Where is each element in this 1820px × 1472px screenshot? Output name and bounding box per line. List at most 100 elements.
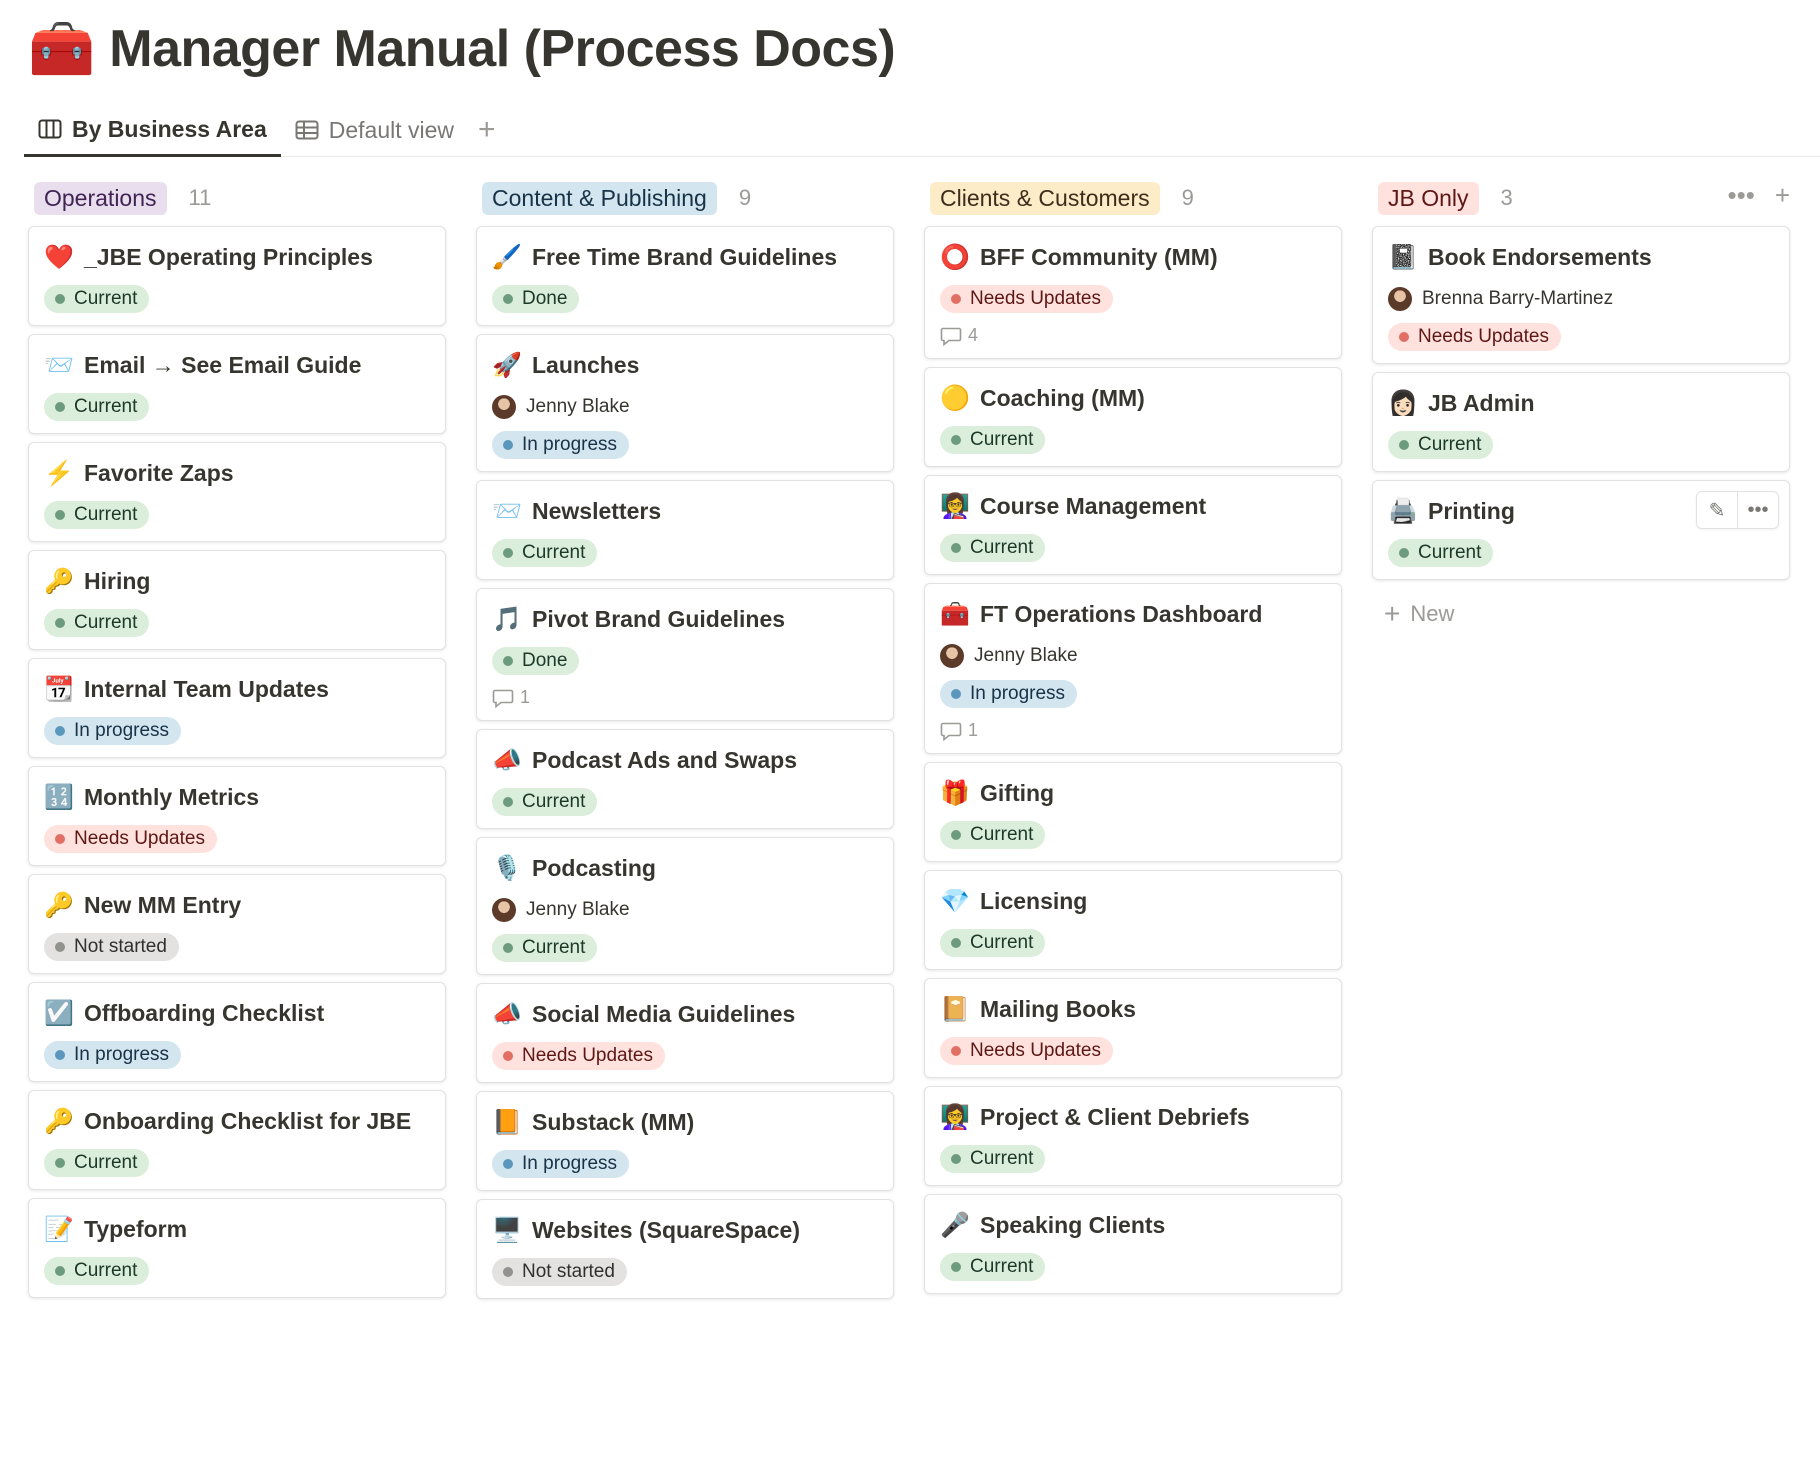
- card-speaking-clients[interactable]: 🎤 Speaking Clients Current: [924, 1194, 1342, 1294]
- column-tag[interactable]: Clients & Customers: [930, 181, 1160, 215]
- card-mailing-books[interactable]: 📔 Mailing Books Needs Updates: [924, 978, 1342, 1078]
- status-label: In progress: [522, 434, 618, 455]
- card-title-row: 🎵 Pivot Brand Guidelines: [492, 603, 878, 635]
- card-hiring[interactable]: 🔑 Hiring Current: [28, 550, 446, 650]
- card-licensing[interactable]: 💎 Licensing Current: [924, 870, 1342, 970]
- tab-by-business-area[interactable]: By Business Area: [24, 104, 281, 157]
- card-internal-team-updates[interactable]: 📆 Internal Team Updates In progress: [28, 658, 446, 758]
- status-badge: Needs Updates: [940, 285, 1113, 313]
- status-dot: [55, 1266, 65, 1276]
- card-coaching-mm[interactable]: 🟡 Coaching (MM) Current: [924, 367, 1342, 467]
- add-view-button[interactable]: +: [468, 104, 506, 156]
- new-card-button[interactable]: + New: [1372, 588, 1790, 640]
- comment-icon: [940, 326, 968, 346]
- status-badge: Not started: [44, 933, 179, 961]
- status-label: Current: [970, 932, 1034, 953]
- card-title-row: 🖌️ Free Time Brand Guidelines: [492, 241, 878, 273]
- add-card-icon[interactable]: +: [1775, 180, 1790, 211]
- card-title: Book Endorsements: [1428, 243, 1652, 270]
- card-title-row: 🖥️ Websites (SquareSpace): [492, 1214, 878, 1246]
- card-pivot-brand-guidelines[interactable]: 🎵 Pivot Brand Guidelines Done 1: [476, 588, 894, 721]
- card-title-row: 📆 Internal Team Updates: [44, 673, 430, 705]
- column-tag[interactable]: Operations: [34, 181, 167, 215]
- card-title-row: ☑️ Offboarding Checklist: [44, 997, 430, 1029]
- status-badge: Current: [1388, 431, 1494, 459]
- more-options-icon[interactable]: •••: [1728, 180, 1755, 211]
- page-title[interactable]: Manager Manual (Process Docs): [109, 19, 895, 79]
- column-tag[interactable]: Content & Publishing: [482, 181, 717, 215]
- card-printing[interactable]: 🖨️ Printing Current ✎ •••: [1372, 480, 1790, 580]
- card-book-endorsements[interactable]: 📓 Book Endorsements Brenna Barry-Martinez N…: [1372, 226, 1790, 364]
- card-monthly-metrics[interactable]: 🔢 Monthly Metrics Needs Updates: [28, 766, 446, 866]
- card-favorite-zaps[interactable]: ⚡ Favorite Zaps Current: [28, 442, 446, 542]
- card-title-row: ⚡ Favorite Zaps: [44, 457, 430, 489]
- status-label: Current: [74, 1260, 138, 1281]
- card-hover-tools: ✎ •••: [1696, 491, 1779, 529]
- page-emoji-icon: 🔑: [44, 567, 74, 595]
- card-websites-squarespace[interactable]: 🖥️ Websites (SquareSpace) Not started: [476, 1199, 894, 1299]
- card-email-see-email-guide[interactable]: 📨 Email → See Email Guide Current: [28, 334, 446, 434]
- status-badge: Done: [492, 647, 580, 675]
- status-label: Needs Updates: [970, 1040, 1101, 1061]
- page-emoji-icon: ❤️: [44, 243, 74, 271]
- card-jbe-operating-principles[interactable]: ❤️ _JBE Operating Principles Current: [28, 226, 446, 326]
- status-label: Current: [970, 1148, 1034, 1169]
- card-title-row: 🔑 Hiring: [44, 565, 430, 597]
- card-title-row: 🔑 Onboarding Checklist for JBE: [44, 1105, 430, 1137]
- card-typeform[interactable]: 📝 Typeform Current: [28, 1198, 446, 1298]
- card-title: Launches: [532, 351, 640, 378]
- card-new-mm-entry[interactable]: 🔑 New MM Entry Not started: [28, 874, 446, 974]
- card-ft-operations-dashboard[interactable]: 🧰 FT Operations Dashboard Jenny Blake In pr…: [924, 583, 1342, 754]
- card-free-time-brand-guidelines[interactable]: 🖌️ Free Time Brand Guidelines Done: [476, 226, 894, 326]
- status-label: Not started: [522, 1261, 615, 1282]
- card-title: Email → See Email Guide: [84, 351, 362, 378]
- new-card-label: New: [1410, 601, 1455, 626]
- status-dot: [503, 1051, 513, 1061]
- card-title-row: 👩‍🏫 Course Management: [940, 490, 1326, 522]
- status-dot: [55, 510, 65, 520]
- more-options-icon[interactable]: •••: [1737, 492, 1778, 528]
- card-substack-mm[interactable]: 📙 Substack (MM) In progress: [476, 1091, 894, 1191]
- card-podcast-ads-and-swaps[interactable]: 📣 Podcast Ads and Swaps Current: [476, 729, 894, 829]
- status-dot: [951, 1046, 961, 1056]
- card-course-management[interactable]: 👩‍🏫 Course Management Current: [924, 475, 1342, 575]
- page-emoji-icon: 🟡: [940, 384, 970, 412]
- status-dot: [55, 618, 65, 628]
- card-newsletters[interactable]: 📨 Newsletters Current: [476, 480, 894, 580]
- card-gifting[interactable]: 🎁 Gifting Current: [924, 762, 1342, 862]
- tab-default-view[interactable]: Default view: [281, 104, 468, 156]
- card-podcasting[interactable]: 🎙️ Podcasting Jenny Blake Current: [476, 837, 894, 975]
- status-dot: [503, 440, 513, 450]
- page-emoji-icon: 📆: [44, 675, 74, 703]
- card-bff-community-mm[interactable]: ⭕ BFF Community (MM) Needs Updates 4: [924, 226, 1342, 359]
- column-tag[interactable]: JB Only: [1378, 181, 1479, 215]
- card-title: BFF Community (MM): [980, 243, 1218, 270]
- card-project-client-debriefs[interactable]: 👩‍🏫 Project & Client Debriefs Current: [924, 1086, 1342, 1186]
- column-count: 9: [738, 185, 752, 210]
- status-badge: In progress: [492, 1150, 630, 1178]
- status-badge: In progress: [492, 431, 630, 459]
- status-dot: [55, 942, 65, 952]
- status-dot: [951, 294, 961, 304]
- card-title: Internal Team Updates: [84, 675, 329, 702]
- status-badge: Current: [44, 1149, 150, 1177]
- column-content-publishing: Content & Publishing 9 🖌️ Free Time Brand G…: [476, 170, 894, 1307]
- comment-count: 1: [492, 687, 878, 708]
- card-launches[interactable]: 🚀 Launches Jenny Blake In progress: [476, 334, 894, 472]
- assignee-name: Jenny Blake: [526, 899, 630, 920]
- edit-icon[interactable]: ✎: [1697, 492, 1737, 528]
- card-title-row: 🎤 Speaking Clients: [940, 1209, 1326, 1241]
- page-emoji-icon: 🖨️: [1388, 497, 1418, 525]
- card-jb-admin[interactable]: 👩🏻 JB Admin Current: [1372, 372, 1790, 472]
- page-emoji-icon: 📓: [1388, 243, 1418, 271]
- card-title: New MM Entry: [84, 891, 242, 918]
- toolbox-icon[interactable]: 🧰: [28, 22, 95, 76]
- card-title: Coaching (MM): [980, 384, 1145, 411]
- card-social-media-guidelines[interactable]: 📣 Social Media Guidelines Needs Updates: [476, 983, 894, 1083]
- status-label: Not started: [74, 936, 167, 957]
- card-title-row: 📣 Podcast Ads and Swaps: [492, 744, 878, 776]
- card-onboarding-checklist-for-jbe[interactable]: 🔑 Onboarding Checklist for JBE Current: [28, 1090, 446, 1190]
- status-label: Needs Updates: [522, 1045, 653, 1066]
- column-actions: ••• +: [1708, 180, 1791, 211]
- card-offboarding-checklist[interactable]: ☑️ Offboarding Checklist In progress: [28, 982, 446, 1082]
